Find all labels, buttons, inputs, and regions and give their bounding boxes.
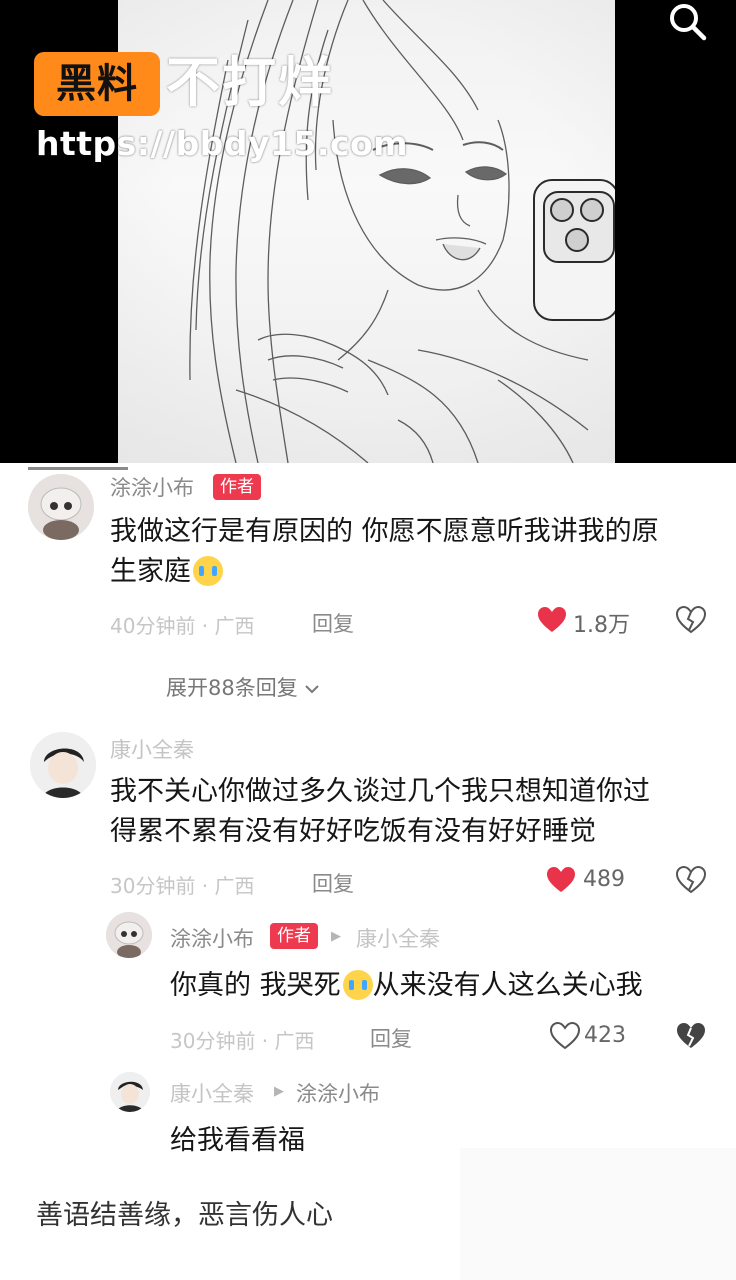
avatar[interactable] bbox=[28, 474, 94, 540]
comment-author[interactable]: 康小全秦 bbox=[110, 734, 194, 764]
reply-button[interactable]: 回复 bbox=[312, 868, 354, 898]
reply-to-user[interactable]: 康小全秦 bbox=[356, 923, 440, 953]
comment-author[interactable]: 涂涂小布 bbox=[170, 923, 254, 953]
comment-text-line: 我不关心你做过多久谈过几个我只想知道你过 bbox=[110, 776, 650, 807]
reply-arrow-icon: ▶ bbox=[331, 929, 341, 944]
expand-replies-button[interactable]: 展开88条回复 bbox=[166, 672, 320, 702]
watermark-url: https://bbdy15.com bbox=[36, 124, 409, 163]
heart-icon[interactable] bbox=[546, 866, 576, 898]
dislike-icon[interactable] bbox=[676, 1022, 706, 1054]
comment-text: 给我看看福 bbox=[170, 1125, 305, 1156]
expand-label: 展开88条回复 bbox=[166, 676, 298, 700]
comment-text-line: 得累不累有没有好好吃饭有没有好好睡觉 bbox=[110, 816, 596, 847]
crying-emoji-icon bbox=[193, 556, 223, 586]
overlay-fade bbox=[460, 1148, 736, 1280]
reply-to-user[interactable]: 涂涂小布 bbox=[296, 1078, 380, 1108]
avatar[interactable] bbox=[106, 912, 152, 958]
heart-icon[interactable] bbox=[537, 606, 567, 638]
hero-image: 黑料 不打烊 https://bbdy15.com bbox=[0, 0, 736, 463]
watermark-badge: 黑料 bbox=[34, 52, 160, 116]
like-count: 489 bbox=[583, 867, 625, 892]
comment-author[interactable]: 涂涂小布 bbox=[110, 472, 194, 502]
dislike-icon[interactable] bbox=[675, 865, 707, 898]
footer-caption: 善语结善缘，恶言伤人心 bbox=[36, 1200, 333, 1231]
reply-button[interactable]: 回复 bbox=[370, 1023, 412, 1053]
comment-text: 我做这行是有原因的 你愿不愿意听我讲我的原 生家庭 bbox=[110, 512, 659, 592]
comment-author[interactable]: 康小全秦 bbox=[170, 1078, 254, 1108]
comment-text: 你真的 我哭死 从来没有人这么关心我 bbox=[170, 966, 643, 1006]
author-badge: 作者 bbox=[213, 474, 261, 500]
avatar[interactable] bbox=[30, 732, 96, 798]
reply-arrow-icon: ▶ bbox=[274, 1084, 284, 1099]
comment-text-end: 生家庭 bbox=[110, 556, 191, 587]
watermark-text: 不打烊 bbox=[166, 51, 334, 114]
comment-time: 30分钟前 · 广西 bbox=[110, 874, 255, 898]
dislike-icon[interactable] bbox=[675, 605, 707, 638]
comment-time: 40分钟前 · 广西 bbox=[110, 614, 255, 638]
like-count: 1.8万 bbox=[573, 613, 630, 638]
comment-text-start: 你真的 我哭死 bbox=[170, 970, 341, 1001]
comment-text: 我不关心你做过多久谈过几个我只想知道你过 得累不累有没有好好吃饭有没有好好睡觉 bbox=[110, 772, 650, 852]
like-count: 423 bbox=[584, 1023, 626, 1048]
comment-text-line: 生家庭 bbox=[110, 552, 659, 592]
chevron-down-icon bbox=[304, 676, 320, 700]
search-icon[interactable] bbox=[665, 0, 709, 44]
heart-icon[interactable] bbox=[549, 1021, 581, 1054]
comment-time: 30分钟前 · 广西 bbox=[170, 1029, 315, 1053]
author-badge: 作者 bbox=[270, 923, 318, 949]
comment-text-line: 我做这行是有原因的 你愿不愿意听我讲我的原 bbox=[110, 516, 659, 547]
divider bbox=[28, 467, 128, 470]
comment-text-end: 从来没有人这么关心我 bbox=[372, 970, 643, 1001]
crying-emoji-icon bbox=[342, 970, 373, 1000]
avatar[interactable] bbox=[110, 1072, 150, 1112]
reply-button[interactable]: 回复 bbox=[312, 608, 354, 638]
